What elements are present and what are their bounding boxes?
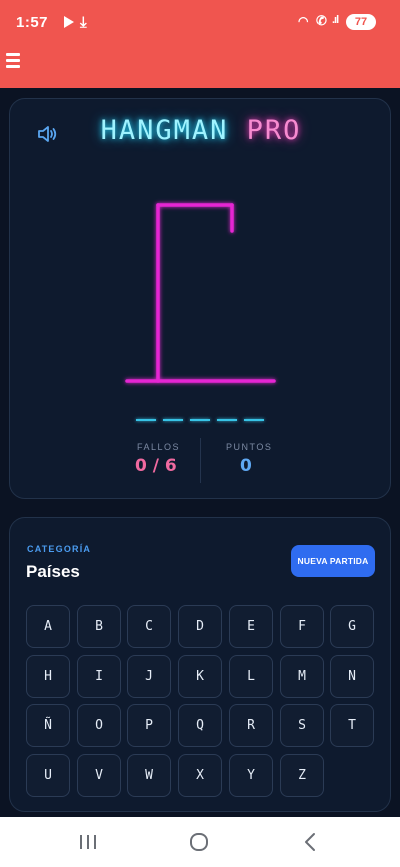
letter-key[interactable]: O	[77, 704, 121, 747]
letter-key[interactable]: T	[330, 704, 374, 747]
letter-key[interactable]: H	[26, 655, 70, 698]
battery-indicator: 77	[346, 14, 376, 30]
letter-key[interactable]: G	[330, 605, 374, 648]
menu-icon[interactable]	[6, 50, 24, 72]
word-slot	[190, 419, 210, 421]
stats-divider	[200, 438, 201, 483]
letter-key[interactable]: B	[77, 605, 121, 648]
word-slot	[163, 419, 183, 421]
category-label: CATEGORÍA	[27, 544, 92, 554]
letter-key[interactable]: L	[229, 655, 273, 698]
errors-label: FALLOS	[137, 442, 181, 452]
gallows-drawing	[125, 203, 276, 383]
download-done-icon: ⤓	[80, 14, 87, 31]
letter-key[interactable]: J	[127, 655, 171, 698]
app-bar: 1:57 ⤓ ◠ ✆ .ıl 77	[0, 0, 400, 88]
letter-key[interactable]: I	[77, 655, 121, 698]
signal-icon: .ıl	[332, 14, 339, 26]
system-nav-bar	[0, 817, 400, 867]
letter-key[interactable]: Q	[178, 704, 222, 747]
errors-value: 0 / 6	[135, 456, 177, 476]
category-value: Países	[26, 562, 80, 581]
word-slot	[217, 419, 237, 421]
letter-key[interactable]: Ñ	[26, 704, 70, 747]
letter-key[interactable]: K	[178, 655, 222, 698]
letter-key[interactable]: U	[26, 754, 70, 797]
points-value: 0	[240, 456, 252, 476]
game-card: HANGMAN PRO FALLOS 0 / 6 PUNTOS 0	[9, 98, 391, 499]
word-slot	[136, 419, 156, 421]
letter-key[interactable]: A	[26, 605, 70, 648]
letter-key[interactable]: F	[280, 605, 324, 648]
points-label: PUNTOS	[226, 442, 273, 452]
keyboard-card: CATEGORÍA Países NUEVA PARTIDA ABCDEFG HI…	[9, 517, 391, 812]
letter-key[interactable]: M	[280, 655, 324, 698]
new-game-button[interactable]: NUEVA PARTIDA	[291, 545, 375, 577]
letter-key[interactable]: R	[229, 704, 273, 747]
status-bar: 1:57 ⤓ ◠ ✆ .ıl 77	[0, 0, 400, 40]
wifi-icon: ◠	[298, 14, 309, 28]
letter-key[interactable]: S	[280, 704, 324, 747]
letter-key[interactable]: X	[178, 754, 222, 797]
nav-back-icon[interactable]	[299, 831, 323, 853]
letter-key[interactable]: P	[127, 704, 171, 747]
letter-key[interactable]: W	[127, 754, 171, 797]
letter-key[interactable]: Y	[229, 754, 273, 797]
letter-key[interactable]: E	[229, 605, 273, 648]
letter-key[interactable]: D	[178, 605, 222, 648]
letter-key[interactable]: Z	[280, 754, 324, 797]
wifi-call-icon: ✆	[316, 13, 327, 28]
letter-key[interactable]: N	[330, 655, 374, 698]
play-icon	[64, 16, 74, 28]
letter-key[interactable]: C	[127, 605, 171, 648]
nav-recents-icon[interactable]	[76, 831, 100, 853]
nav-home-icon[interactable]	[187, 831, 211, 853]
word-slot	[244, 419, 264, 421]
status-time: 1:57	[16, 14, 49, 31]
letter-key[interactable]: V	[77, 754, 121, 797]
